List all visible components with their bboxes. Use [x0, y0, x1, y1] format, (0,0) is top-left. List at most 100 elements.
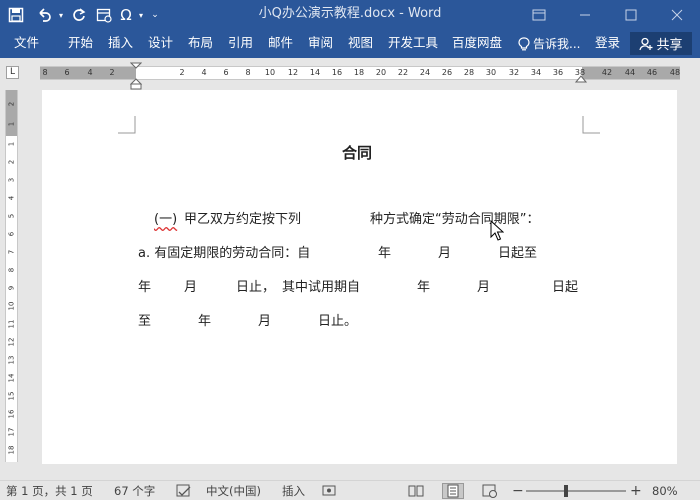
- close-icon[interactable]: [654, 0, 700, 30]
- right-indent-marker-icon[interactable]: [575, 73, 587, 83]
- tab-selector[interactable]: L: [6, 66, 19, 79]
- ruler-tick-label: 10: [264, 68, 276, 77]
- share-button[interactable]: 共享: [630, 32, 692, 55]
- vertical-ruler-tick-label: 9: [7, 285, 16, 291]
- clause-part1: 甲乙双方约定按下列: [184, 212, 302, 227]
- tab-review[interactable]: 审阅: [308, 30, 333, 58]
- vertical-ruler-tick-label: 16: [7, 409, 16, 419]
- ruler-tick-label: 28: [463, 68, 475, 77]
- zoom-out-button[interactable]: −: [512, 481, 524, 500]
- print-layout-icon[interactable]: [442, 483, 464, 499]
- status-bar: 第 1 页，共 1 页 67 个字 中文(中国) 插入 − + 80%: [0, 480, 700, 500]
- line-a-month: 月: [438, 246, 452, 261]
- clause-part2: 种方式确定“劳动合同期限”：: [370, 212, 540, 227]
- tab-view[interactable]: 视图: [348, 30, 373, 58]
- tab-references[interactable]: 引用: [228, 30, 253, 58]
- indent-marker-icon[interactable]: [130, 62, 142, 90]
- vertical-ruler-tick-label: 10: [7, 301, 16, 311]
- tab-baidu-netdisk[interactable]: 百度网盘: [452, 30, 502, 58]
- ruler-tick-label: 30: [485, 68, 497, 77]
- ruler-tick-label: 6: [64, 68, 70, 77]
- vertical-ruler-tick-label: 4: [7, 195, 16, 201]
- vertical-ruler-tick-label: 7: [7, 249, 16, 255]
- line-a-year: 年: [378, 246, 392, 261]
- calendar-icon[interactable]: [92, 0, 116, 30]
- line-b-month: 月: [184, 280, 198, 295]
- ribbon-display-icon[interactable]: [516, 0, 562, 30]
- ruler-tick-label: 16: [331, 68, 343, 77]
- ruler-tick-label: 2: [179, 68, 185, 77]
- login-button[interactable]: 登录: [595, 30, 620, 58]
- clause-prefix: (一): [154, 212, 178, 227]
- document-page[interactable]: 合同 (一) 甲乙双方约定按下列 种方式确定“劳动合同期限”： a. 有固定期限…: [42, 90, 677, 464]
- line-b-year2: 年: [417, 280, 431, 295]
- vertical-ruler-tick-label: 11: [7, 319, 16, 329]
- ruler-tick-label: 32: [508, 68, 520, 77]
- page-count[interactable]: 第 1 页，共 1 页: [6, 481, 93, 500]
- tell-me-label: 告诉我...: [533, 37, 581, 51]
- line-b-end: 日止，: [236, 280, 276, 295]
- symbol-icon[interactable]: Ω: [116, 0, 136, 30]
- line-c-year: 年: [198, 314, 212, 329]
- vertical-ruler-tick-label: 18: [7, 445, 16, 455]
- redo-icon[interactable]: [66, 0, 92, 30]
- ruler-tick-label: 4: [87, 68, 93, 77]
- ruler-tick-label: 12: [287, 68, 299, 77]
- tab-design[interactable]: 设计: [148, 30, 173, 58]
- line-c-month: 月: [258, 314, 272, 329]
- ruler-tick-label: 2: [109, 68, 115, 77]
- tab-file[interactable]: 文件: [14, 30, 39, 58]
- vertical-ruler-tick-label: 6: [7, 231, 16, 237]
- zoom-level[interactable]: 80%: [652, 481, 678, 500]
- share-label: 共享: [656, 38, 683, 53]
- ruler-area: L 8 6 4 2 2 4 6 8 10 12 14 16 18 20 22 24 26 28 30 32 34 36 38…: [0, 58, 700, 90]
- person-add-icon: [639, 37, 653, 50]
- minimize-icon[interactable]: [562, 0, 608, 30]
- ruler-tick-label: 42: [601, 68, 613, 77]
- vertical-ruler-tick-label: 15: [7, 391, 16, 401]
- language-indicator[interactable]: 中文(中国): [206, 481, 261, 500]
- ruler-tick-label: 4: [201, 68, 207, 77]
- tab-developer[interactable]: 开发工具: [388, 30, 438, 58]
- lightbulb-icon: [518, 37, 530, 51]
- ruler-tick-label: 46: [646, 68, 658, 77]
- vertical-ruler-tick-label: 2: [7, 101, 16, 107]
- insert-mode[interactable]: 插入: [282, 481, 305, 500]
- macro-record-icon[interactable]: [322, 484, 336, 498]
- ruler-tick-label: 8: [245, 68, 251, 77]
- vertical-scrollbar[interactable]: [680, 90, 700, 464]
- ruler-tick-label: 8: [42, 68, 48, 77]
- save-icon[interactable]: [0, 0, 32, 30]
- undo-icon[interactable]: [32, 0, 56, 30]
- vertical-ruler[interactable]: 2 1 1 2 3 4 5 6 7 8 9 10 11 12 13 14 15 16 17 18: [5, 90, 18, 462]
- vertical-ruler-tick-label: 5: [7, 213, 16, 219]
- ruler-tick-label: 20: [375, 68, 387, 77]
- tab-mailings[interactable]: 邮件: [268, 30, 293, 58]
- vertical-ruler-tick-label: 13: [7, 355, 16, 365]
- vertical-ruler-tick-label: 1: [7, 121, 16, 127]
- line-c-to: 至: [138, 314, 152, 329]
- maximize-icon[interactable]: [608, 0, 654, 30]
- ruler-tick-label: 34: [530, 68, 542, 77]
- tab-insert[interactable]: 插入: [108, 30, 133, 58]
- read-mode-icon[interactable]: [408, 484, 424, 498]
- crop-mark-top-right: [582, 116, 600, 134]
- tab-home[interactable]: 开始: [68, 30, 93, 58]
- symbol-dropdown-icon[interactable]: ▾: [136, 0, 146, 30]
- word-count[interactable]: 67 个字: [114, 481, 155, 500]
- line-a-label: a. 有固定期限的劳动合同：自: [138, 246, 311, 261]
- undo-dropdown-icon[interactable]: ▾: [56, 0, 66, 30]
- vertical-ruler-tick-label: 17: [7, 427, 16, 437]
- web-layout-icon[interactable]: [482, 484, 498, 498]
- tell-me-search[interactable]: 告诉我...: [518, 30, 580, 58]
- zoom-slider[interactable]: [526, 485, 626, 497]
- title-bar: ▾ Ω ▾ ⌄ 小Q办公演示教程.docx - Word: [0, 0, 700, 30]
- zoom-in-button[interactable]: +: [630, 481, 642, 500]
- line-c-end: 日止。: [318, 314, 358, 329]
- customize-toolbar-icon[interactable]: ⌄: [146, 0, 164, 30]
- tab-layout[interactable]: 布局: [188, 30, 213, 58]
- zoom-slider-thumb[interactable]: [564, 485, 568, 497]
- proofing-icon[interactable]: [176, 484, 192, 498]
- ruler-tick-label: 48: [669, 68, 681, 77]
- ruler-tick-label: 14: [309, 68, 321, 77]
